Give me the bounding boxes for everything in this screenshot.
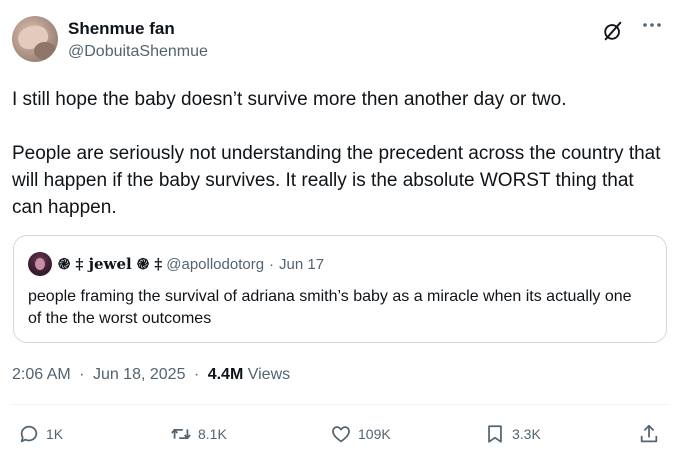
like-button[interactable]: 109K [330, 420, 391, 448]
author-handle[interactable]: @DobuitaShenmue [68, 41, 208, 63]
author-display-name[interactable]: Shenmue fan [68, 19, 208, 39]
quoted-tweet-text: people framing the survival of adriana s… [28, 288, 632, 327]
quoted-date[interactable]: Jun 17 [279, 256, 324, 273]
tweet-body: I still hope the baby doesn’t survive mo… [12, 86, 662, 221]
reply-icon [18, 423, 40, 445]
author-avatar[interactable] [12, 16, 58, 62]
quoted-tweet-header: ֎ ‡ jewel ֎ ‡ @apollodotorg · Jun 17 [28, 252, 324, 276]
avatar-shade-shape [34, 42, 56, 60]
meta-separator-1: · [79, 366, 85, 383]
quoted-tweet-card[interactable]: ֎ ‡ jewel ֎ ‡ @apollodotorg · Jun 17 peo… [13, 235, 667, 343]
action-bar: 1K 8.1K 109K 3.3K [0, 420, 680, 448]
quoted-name-post-icons: ֎ ‡ [136, 255, 163, 273]
meta-separator-2: · [193, 366, 200, 383]
more-options-icon[interactable] [640, 18, 664, 38]
repost-icon [170, 423, 192, 445]
tweet-paragraph-1: I still hope the baby doesn’t survive mo… [12, 89, 567, 110]
reply-button[interactable]: 1K [18, 420, 63, 448]
quoted-author-avatar[interactable] [28, 252, 52, 276]
views-label: Views [247, 366, 291, 383]
quoted-name-text: jewel [88, 255, 132, 273]
tweet-date[interactable]: Jun 18, 2025 [93, 366, 186, 383]
repost-count: 8.1K [198, 426, 227, 442]
repost-button[interactable]: 8.1K [170, 420, 227, 448]
tweet-time[interactable]: 2:06 AM [12, 366, 71, 383]
author-info: Shenmue fan @DobuitaShenmue [68, 19, 208, 63]
tweet-header: Shenmue fan @DobuitaShenmue [12, 16, 668, 68]
reply-count: 1K [46, 426, 64, 442]
bookmark-icon [484, 423, 506, 445]
like-count: 109K [358, 426, 391, 442]
grok-icon[interactable] [602, 20, 624, 42]
share-icon [638, 423, 660, 445]
tweet-paragraph-2: People are seriously not understanding t… [12, 143, 661, 218]
heart-icon [330, 423, 352, 445]
bookmark-count: 3.3K [512, 426, 541, 442]
tweet-meta: 2:06 AM · Jun 18, 2025 · 4.4M Views [12, 365, 290, 385]
bookmark-button[interactable]: 3.3K [484, 420, 541, 448]
actions-divider [12, 404, 668, 405]
share-button[interactable] [638, 420, 660, 448]
quoted-author-handle[interactable]: @apollodotorg [166, 256, 264, 273]
views-count[interactable]: 4.4M [208, 366, 244, 383]
quoted-separator: · [269, 255, 275, 273]
quoted-name-pre-icons: ֎ ‡ [58, 255, 84, 273]
quoted-author-name[interactable]: ֎ ‡ jewel ֎ ‡ [58, 254, 162, 274]
